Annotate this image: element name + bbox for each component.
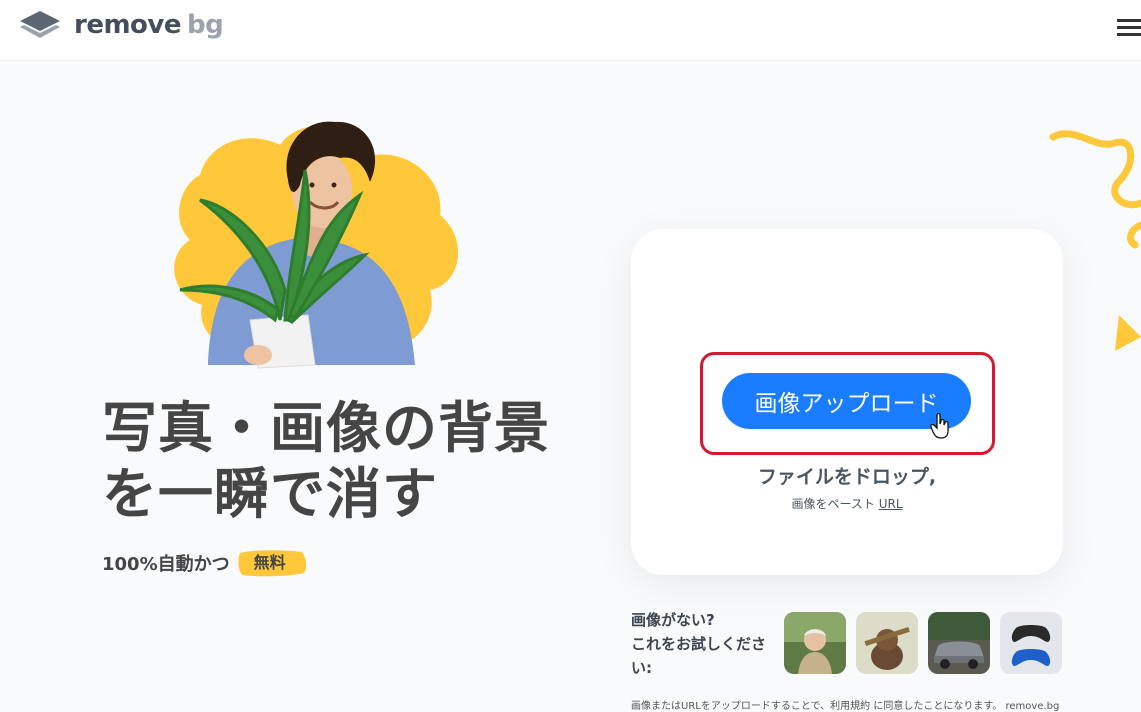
yellow-squiggle-decoration [1049, 130, 1141, 249]
headline-line-1: 写真・画像の背景 [102, 396, 551, 460]
samples-label-line-2: これをお試しくださ [631, 635, 767, 653]
person-hand [244, 345, 272, 365]
logo[interactable]: remove bg [18, 9, 224, 41]
sample-car-icon[interactable] [928, 612, 990, 674]
logo-text-bg: bg [187, 10, 224, 40]
sample-dog-icon[interactable] [856, 612, 918, 674]
url-link[interactable]: URL [879, 497, 903, 511]
headline-line-2: を一瞬で消す [102, 462, 439, 526]
hamburger-menu-icon[interactable] [1117, 18, 1141, 38]
subheadline-text: 100%自動かつ [102, 554, 230, 575]
paste-image-text: 画像をペースト [791, 497, 875, 511]
layers-icon [20, 11, 60, 38]
hand-pointer-icon [930, 413, 949, 439]
logo-text-remove: remove [74, 10, 182, 40]
sample-person-icon[interactable] [784, 612, 846, 674]
drop-file-text: ファイルをドロップ, [757, 466, 937, 488]
samples-label-line-3: い: [631, 659, 652, 677]
terms-note: 画像またはURLをアップロードすることで、利用規約 に同意したことになります。 … [631, 701, 1060, 712]
samples-label-line-1: 画像がない? [631, 611, 715, 629]
page-title: 写真・画像の背景 を一瞬で消す [102, 395, 550, 527]
yellow-triangle-decoration [1115, 315, 1141, 351]
free-badge: 無料 [236, 548, 308, 578]
samples-label: 画像がない? これをお試しくださ い: [631, 608, 781, 680]
sample-gamepad-icon[interactable] [1000, 612, 1062, 674]
site-header: remove bg [0, 0, 1141, 61]
paste-url-row: 画像をペースト URL [631, 495, 1063, 512]
free-badge-text: 無料 [253, 553, 286, 572]
subheadline: 100%自動かつ 無料 [102, 547, 308, 579]
hero-illustration [140, 110, 470, 370]
